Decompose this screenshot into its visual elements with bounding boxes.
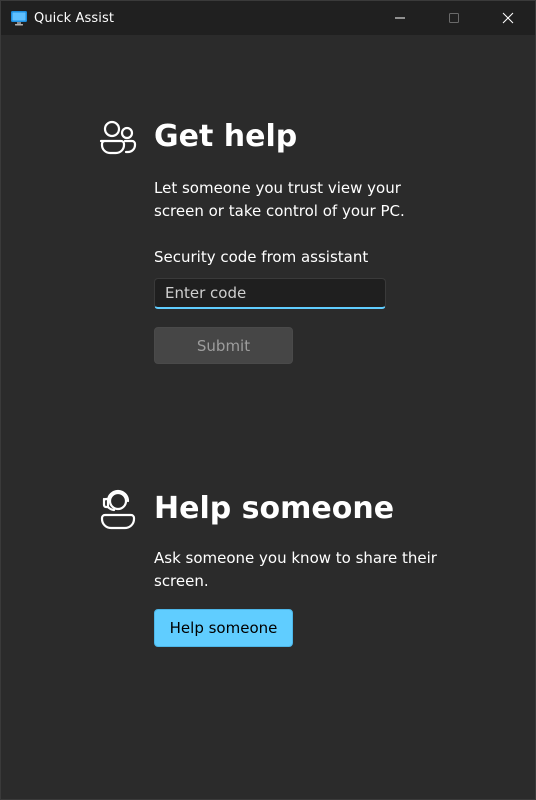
help-someone-title: Help someone <box>154 491 395 526</box>
monitor-icon <box>10 9 28 27</box>
close-icon <box>502 12 514 24</box>
quick-assist-window: Quick Assist Get help Let someone you tr… <box>0 0 536 800</box>
help-someone-button[interactable]: Help someone <box>154 609 293 647</box>
help-someone-description: Ask someone you know to share their scre… <box>154 549 437 590</box>
person-headset-icon <box>98 489 138 535</box>
help-someone-section: Help someone Ask someone you know to sha… <box>98 1 498 701</box>
